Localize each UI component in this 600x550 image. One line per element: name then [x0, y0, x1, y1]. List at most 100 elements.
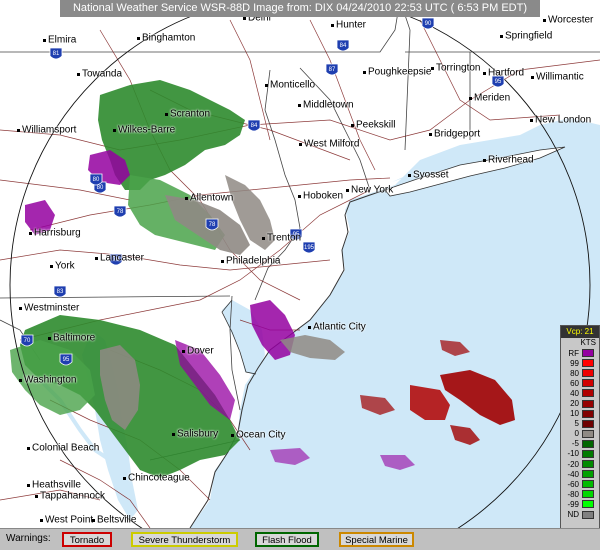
interstate-shield: 90 [421, 17, 435, 30]
legend-swatch [582, 470, 594, 479]
legend-rows: RF 99 80 60 40 20 10 5 0 -5 -10 -20 -40 -60 -80 -99 ND [561, 348, 599, 520]
city-label: Dover [187, 345, 214, 357]
city-label: Torrington [436, 62, 481, 74]
legend-row: 5 [561, 419, 599, 429]
radar-map: 90 81 84 84 95 80 76 78 195 83 70 95 95 78 80 87 Elmira… [0, 0, 600, 550]
special-marine-warning-button[interactable]: Special Marine [339, 532, 414, 547]
city-label: Poughkeepsie [368, 66, 432, 78]
city-label: Bridgeport [434, 128, 481, 140]
tornado-warning-button[interactable]: Tornado [62, 532, 112, 547]
city-label: Towanda [82, 68, 123, 80]
city-label: New London [535, 114, 592, 126]
legend-swatch [582, 439, 594, 448]
interstate-number: 81 [53, 51, 60, 57]
legend-label: -5 [571, 439, 579, 449]
legend-swatch [582, 490, 594, 499]
city-label: Springfield [505, 30, 553, 42]
legend-row: -99 [561, 499, 599, 509]
legend-swatch [582, 460, 594, 469]
city-label: Hoboken [303, 190, 344, 202]
legend-label: 20 [570, 399, 579, 409]
city-label: Allentown [190, 192, 234, 204]
legend-swatch [582, 429, 594, 438]
legend-swatch [582, 349, 594, 358]
city-label: Riverhead [488, 154, 534, 166]
city-label: Colonial Beach [32, 442, 100, 454]
interstate-number: 78 [117, 209, 124, 215]
city-label: Trenton [267, 232, 302, 244]
legend-row: 40 [561, 388, 599, 398]
legend-row: 10 [561, 409, 599, 419]
city-label: Salisbury [177, 428, 219, 440]
legend-label: 60 [570, 378, 579, 388]
interstate-number: 80 [97, 185, 104, 191]
legend-label: ND [567, 510, 579, 520]
interstate-number: 78 [209, 222, 216, 228]
interstate-number: 84 [251, 123, 258, 129]
legend-row: 99 [561, 358, 599, 368]
city-label: West Point [45, 514, 94, 526]
city-label: Worcester [548, 14, 594, 26]
legend-row: ND [561, 510, 599, 520]
interstate-number: 87 [329, 67, 336, 73]
velocity-legend: Vcp: 21 KTS RF 99 80 60 40 20 10 5 0 -5 -10 -20 -40-… [560, 325, 600, 545]
legend-swatch [582, 500, 594, 509]
interstate-shield: 195 [302, 241, 316, 254]
interstate-shield: 87 [325, 63, 339, 76]
city-label: Hartford [488, 67, 525, 79]
severe-thunderstorm-warning-button[interactable]: Severe Thunderstorm [131, 532, 238, 547]
interstate-shield: 81 [49, 47, 63, 60]
city-label: York [55, 260, 75, 272]
legend-label: 40 [570, 388, 579, 398]
legend-label: -10 [567, 449, 579, 459]
warnings-bar: Warnings: Tornado Severe Thunderstorm Fl… [0, 528, 600, 550]
interstate-shield: 78 [205, 218, 219, 231]
city-label: Baltimore [53, 332, 96, 344]
city-label: Binghamton [142, 32, 196, 44]
interstate-number: 95 [495, 79, 502, 85]
interstate-number: 195 [304, 245, 315, 251]
legend-label: 80 [570, 368, 579, 378]
city-label: Monticello [270, 79, 316, 91]
interstate-shield: 84 [336, 39, 350, 52]
city-label: New York [351, 184, 394, 196]
legend-row: -60 [561, 479, 599, 489]
interstate-shield: 83 [53, 285, 67, 298]
legend-label: -40 [567, 469, 579, 479]
legend-swatch [582, 369, 594, 378]
legend-header: Vcp: 21 [561, 326, 599, 338]
legend-row: -80 [561, 489, 599, 499]
interstate-number: 80 [93, 177, 100, 183]
city-label: Middletown [303, 99, 354, 111]
city-label: Tappahannock [40, 490, 106, 502]
city-label: Willimantic [536, 71, 584, 83]
legend-swatch [582, 379, 594, 388]
legend-label: 99 [570, 358, 579, 368]
legend-row: 80 [561, 368, 599, 378]
legend-swatch [582, 399, 594, 408]
city-label: Atlantic City [313, 321, 366, 333]
legend-row: -40 [561, 469, 599, 479]
city-label: Wilkes-Barre [118, 124, 176, 136]
warnings-title: Warnings: [6, 533, 51, 544]
city-label: Westminster [24, 302, 80, 314]
legend-swatch [582, 389, 594, 398]
legend-label: 0 [574, 429, 579, 439]
legend-label: 5 [574, 419, 579, 429]
city-label: Hunter [336, 19, 367, 31]
interstate-shield: 84 [247, 119, 261, 132]
legend-label: RF [568, 348, 579, 358]
flash-flood-warning-button[interactable]: Flash Flood [255, 532, 319, 547]
image-title-bar: National Weather Service WSR-88D Image f… [60, 0, 540, 17]
legend-swatch [582, 419, 594, 428]
city-label: Meriden [474, 92, 511, 104]
city-label: Ocean City [236, 429, 286, 441]
city-label: Scranton [170, 108, 211, 120]
interstate-shield: 95 [59, 353, 73, 366]
legend-label: -80 [567, 489, 579, 499]
legend-label: -20 [567, 459, 579, 469]
city-label: Chincoteague [128, 472, 190, 484]
city-label: Syosset [413, 169, 449, 181]
interstate-number: 90 [425, 21, 432, 27]
city-label: Beltsville [97, 514, 137, 526]
